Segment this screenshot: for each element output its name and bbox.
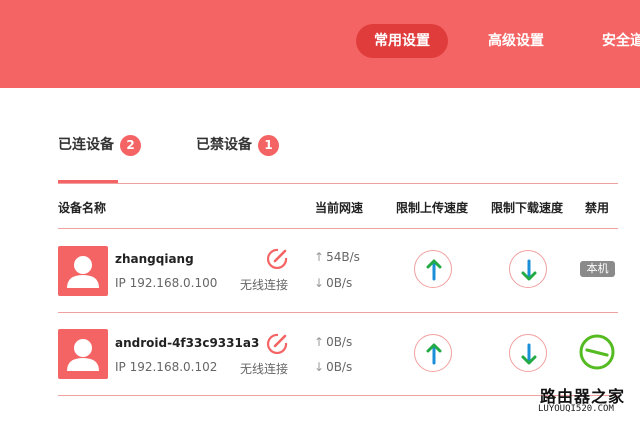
col-device-name: 设备名称 — [58, 201, 107, 215]
col-download-limit: 限制下载速度 — [491, 201, 564, 215]
minus-circle-icon — [579, 334, 615, 370]
nav-tab-security[interactable]: 安全道 — [602, 24, 640, 58]
edit-pen-icon[interactable] — [266, 331, 290, 355]
tab-banned-label: 已禁设备 — [196, 137, 252, 153]
tabs-divider — [58, 183, 618, 184]
upload-speed-value: 0B/s — [326, 335, 353, 349]
upload-speed-value: 54B/s — [326, 250, 360, 264]
upload-speed: ↑ 0B/s — [314, 335, 352, 349]
connection-type: 无线连接 — [240, 362, 289, 376]
upload-limit-button[interactable] — [414, 334, 452, 372]
download-speed-value: 0B/s — [326, 360, 353, 374]
banned-count-badge: 1 — [258, 134, 279, 156]
device-ip: IP 192.168.0.100 — [115, 276, 218, 290]
nav-tab-advanced-settings[interactable]: 高级设置 — [488, 24, 544, 58]
row-divider — [58, 395, 618, 396]
download-speed: ↓ 0B/s — [314, 276, 352, 290]
download-limit-button[interactable] — [509, 334, 547, 372]
up-arrow-icon: ↑ — [314, 335, 325, 349]
arrow-down-icon — [521, 259, 537, 281]
upload-speed: ↑ 54B/s — [314, 250, 360, 264]
nav-tab-common-settings[interactable]: 常用设置 — [356, 24, 448, 58]
this-device-tag: 本机 — [580, 261, 615, 277]
up-arrow-icon: ↑ — [314, 250, 325, 264]
down-arrow-icon: ↓ — [314, 276, 325, 290]
header-divider — [58, 228, 618, 229]
arrow-down-icon — [521, 343, 537, 365]
col-current-speed: 当前网速 — [315, 201, 364, 215]
row-divider — [58, 312, 618, 313]
arrow-up-icon — [426, 343, 442, 365]
arrow-up-icon — [426, 259, 442, 281]
col-upload-limit: 限制上传速度 — [396, 201, 469, 215]
connected-count-badge: 2 — [120, 134, 141, 156]
download-speed-value: 0B/s — [326, 276, 353, 290]
ban-device-button[interactable] — [579, 334, 615, 370]
edit-pen-icon[interactable] — [266, 246, 290, 270]
user-avatar-icon — [58, 329, 108, 379]
upload-limit-button[interactable] — [414, 250, 452, 288]
connection-type: 无线连接 — [240, 278, 289, 292]
user-avatar-icon — [58, 246, 108, 296]
tab-connected-devices[interactable]: 已连设备 2 — [58, 134, 141, 156]
device-ip: IP 192.168.0.102 — [115, 360, 218, 374]
download-speed: ↓ 0B/s — [314, 360, 352, 374]
tab-connected-label: 已连设备 — [58, 137, 114, 153]
watermark-url: LUYOUQI520.COM — [538, 404, 614, 414]
tab-banned-devices[interactable]: 已禁设备 1 — [196, 134, 279, 156]
top-header — [0, 0, 640, 88]
device-name: android-4f33c9331a3 — [115, 336, 260, 350]
device-name: zhangqiang — [115, 252, 194, 266]
col-ban: 禁用 — [585, 201, 610, 215]
download-limit-button[interactable] — [509, 250, 547, 288]
down-arrow-icon: ↓ — [314, 360, 325, 374]
